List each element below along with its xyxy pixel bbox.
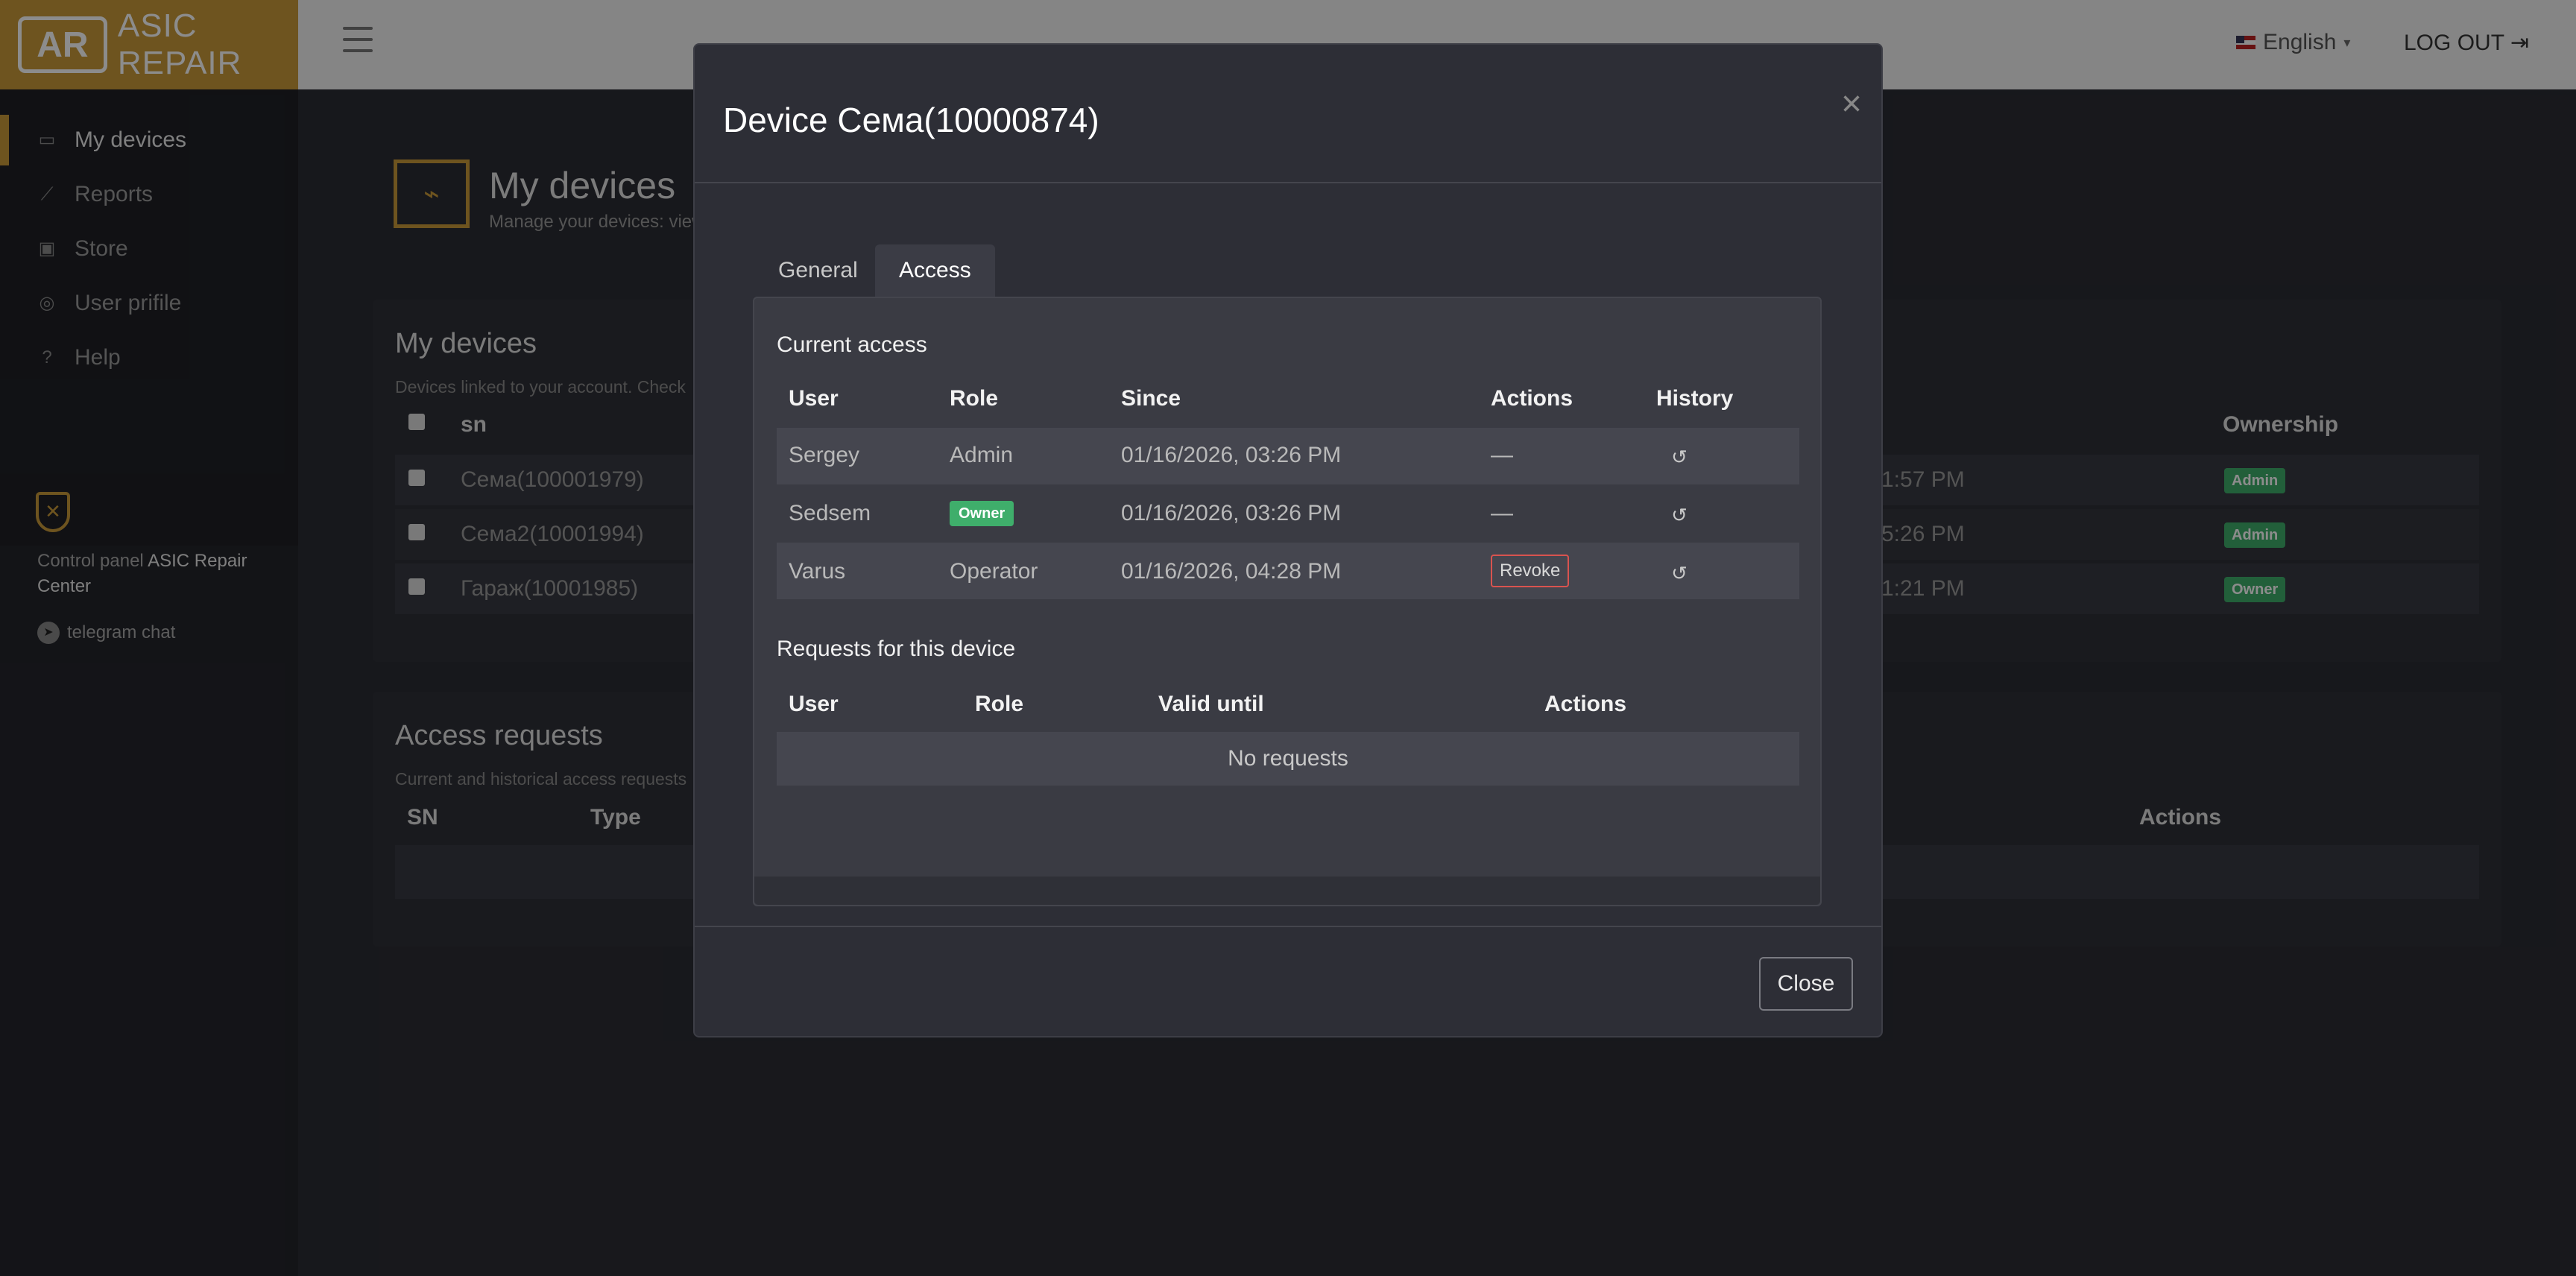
history-icon[interactable]: ↺ [1670,563,1689,583]
header-valid-until: Valid until [1158,692,1264,716]
device-modal: Device Сема(10000874) × General Access C… [693,43,1883,1037]
access-panel: Current access User Role Since Actions H… [753,297,1822,906]
since-cell: 01/16/2026, 04:28 PM [1121,559,1342,584]
user-cell: Sedsem [789,501,871,525]
user-cell: Varus [789,559,846,584]
header-actions: Actions [1491,386,1573,411]
history-icon[interactable]: ↺ [1670,505,1689,525]
header-role: Role [950,386,999,411]
header-since: Since [1121,386,1181,411]
table-row: Sergey Admin 01/16/2026, 03:26 PM — ↺ [777,428,1799,484]
role-badge-owner: Owner [950,501,1014,526]
divider [695,926,1881,927]
requests-title: Requests for this device [777,637,1016,661]
user-cell: Sergey [789,443,860,467]
close-icon[interactable]: × [1841,86,1862,122]
since-cell: 01/16/2026, 03:26 PM [1121,501,1342,525]
tab-access[interactable]: Access [875,244,995,297]
history-icon[interactable]: ↺ [1670,447,1689,467]
current-access-title: Current access [777,332,927,357]
table-row: Varus Operator 01/16/2026, 04:28 PM Revo… [777,543,1799,599]
since-cell: 01/16/2026, 03:26 PM [1121,443,1342,467]
no-requests-row: No requests [777,732,1799,786]
modal-title: Device Сема(10000874) [723,101,1099,139]
table-row: Sedsem Owner 01/16/2026, 03:26 PM — ↺ [777,484,1799,541]
divider [695,182,1881,183]
tab-general[interactable]: General [754,244,882,297]
action-cell: — [1491,501,1513,525]
header-history: History [1656,386,1734,411]
revoke-button[interactable]: Revoke [1491,555,1570,587]
panel-footer [754,877,1820,905]
role-cell: Admin [950,443,1014,467]
header-user: User [789,386,839,411]
role-cell: Operator [950,559,1038,584]
header-user: User [789,692,839,716]
header-role: Role [975,692,1024,716]
close-button[interactable]: Close [1759,957,1853,1011]
action-cell: — [1491,443,1513,467]
header-actions: Actions [1544,692,1627,716]
